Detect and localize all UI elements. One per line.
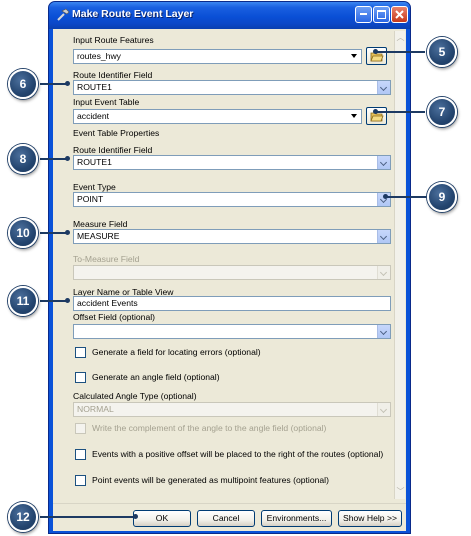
callout-6: 6 (8, 69, 38, 99)
callout-12: 12 (8, 502, 38, 532)
close-icon (395, 10, 404, 19)
window-title: Make Route Event Layer (72, 8, 194, 20)
callout-5-leader (375, 51, 425, 53)
cancel-button[interactable]: Cancel (197, 510, 255, 527)
title-bar[interactable]: Make Route Event Layer (49, 2, 410, 29)
positive-offset-right-label: Events with a positive offset will be pl… (92, 449, 384, 459)
callout-7-dot (373, 109, 378, 114)
generate-angle-field-checkbox[interactable] (75, 372, 86, 383)
input-event-table-combo[interactable]: accident (73, 109, 362, 124)
input-event-table-label: Input Event Table (73, 97, 140, 107)
input-event-table-value: accident (77, 111, 110, 121)
generate-error-field-label: Generate a field for locating errors (op… (92, 347, 261, 357)
write-complement-checkbox (75, 423, 86, 434)
chevron-down-icon (377, 403, 390, 416)
event-type-label: Event Type (73, 182, 116, 192)
event-route-identifier-select[interactable]: ROUTE1 (73, 155, 391, 170)
chevron-down-icon[interactable] (377, 81, 390, 94)
vertical-scrollbar[interactable]: ︿ ﹀ (394, 31, 405, 499)
write-complement-label: Write the complement of the angle to the… (92, 423, 327, 433)
chevron-down-icon[interactable] (349, 50, 361, 63)
callout-11: 11 (8, 286, 38, 316)
callout-8-leader (40, 158, 67, 160)
generate-angle-field-label: Generate an angle field (optional) (92, 372, 220, 382)
event-type-value: POINT (77, 194, 104, 204)
route-identifier-field-select[interactable]: ROUTE1 (73, 80, 391, 95)
layer-name-value: accident Events (77, 298, 138, 308)
route-identifier-field-value: ROUTE1 (77, 82, 112, 92)
event-table-properties-heading: Event Table Properties (73, 128, 160, 138)
multipoint-features-checkbox[interactable] (75, 475, 86, 486)
close-button[interactable] (391, 6, 408, 23)
route-identifier-field-label: Route Identifier Field (73, 70, 153, 80)
parameters-panel: Input Route Features routes_hwy Route Id… (63, 31, 394, 499)
callout-11-leader (40, 300, 67, 302)
scroll-down-icon[interactable]: ﹀ (395, 486, 406, 497)
input-route-features-label: Input Route Features (73, 35, 154, 45)
callout-10-dot (65, 230, 70, 235)
callout-7: 7 (427, 97, 457, 127)
chevron-down-icon[interactable] (377, 230, 390, 243)
calculated-angle-type-select: NORMAL (73, 402, 391, 417)
chevron-down-icon[interactable] (377, 156, 390, 169)
hammer-tool-icon (57, 8, 70, 21)
layer-name-input[interactable]: accident Events (73, 296, 391, 311)
chevron-down-icon[interactable] (349, 110, 361, 123)
dialog-window: Make Route Event Layer Input Route Featu… (48, 1, 411, 534)
ok-button[interactable]: OK (133, 510, 191, 527)
callout-6-leader (40, 83, 67, 85)
event-type-select[interactable]: POINT (73, 192, 391, 207)
offset-field-label: Offset Field (optional) (73, 312, 155, 322)
maximize-button[interactable] (373, 6, 390, 23)
callout-10-leader (40, 232, 67, 234)
environments-button[interactable]: Environments... (261, 510, 332, 527)
positive-offset-right-checkbox[interactable] (75, 449, 86, 460)
offset-field-select[interactable] (73, 324, 391, 339)
callout-9-dot (383, 194, 388, 199)
generate-error-field-checkbox[interactable] (75, 347, 86, 358)
callout-9: 9 (427, 182, 457, 212)
callout-9-leader (385, 196, 427, 198)
calculated-angle-type-label: Calculated Angle Type (optional) (73, 391, 197, 401)
scroll-up-icon[interactable]: ︿ (395, 32, 406, 43)
callout-12-dot (133, 514, 138, 519)
event-route-identifier-label: Route Identifier Field (73, 145, 153, 155)
input-route-features-combo[interactable]: routes_hwy (73, 49, 362, 64)
minimize-button[interactable] (355, 6, 372, 23)
measure-field-label: Measure Field (73, 219, 128, 229)
show-help-button[interactable]: Show Help >> (338, 510, 402, 527)
callout-5-dot (373, 49, 378, 54)
dialog-client-area: Input Route Features routes_hwy Route Id… (53, 29, 406, 531)
chevron-down-icon (377, 266, 390, 279)
chevron-down-icon[interactable] (377, 325, 390, 338)
callout-11-dot (65, 298, 70, 303)
callout-5: 5 (427, 37, 457, 67)
input-route-features-value: routes_hwy (77, 51, 121, 61)
callout-8-dot (65, 156, 70, 161)
multipoint-features-label: Point events will be generated as multip… (92, 475, 329, 485)
callout-7-leader (375, 111, 425, 113)
maximize-icon (377, 10, 386, 19)
to-measure-field-label: To-Measure Field (73, 254, 140, 264)
measure-field-value: MEASURE (77, 231, 120, 241)
callout-6-dot (65, 81, 70, 86)
event-route-identifier-value: ROUTE1 (77, 157, 112, 167)
callout-10: 10 (8, 218, 38, 248)
measure-field-select[interactable]: MEASURE (73, 229, 391, 244)
minimize-icon (360, 13, 367, 15)
callout-12-leader (40, 516, 135, 518)
to-measure-field-select (73, 265, 391, 280)
calculated-angle-type-value: NORMAL (77, 404, 114, 414)
callout-8: 8 (8, 144, 38, 174)
